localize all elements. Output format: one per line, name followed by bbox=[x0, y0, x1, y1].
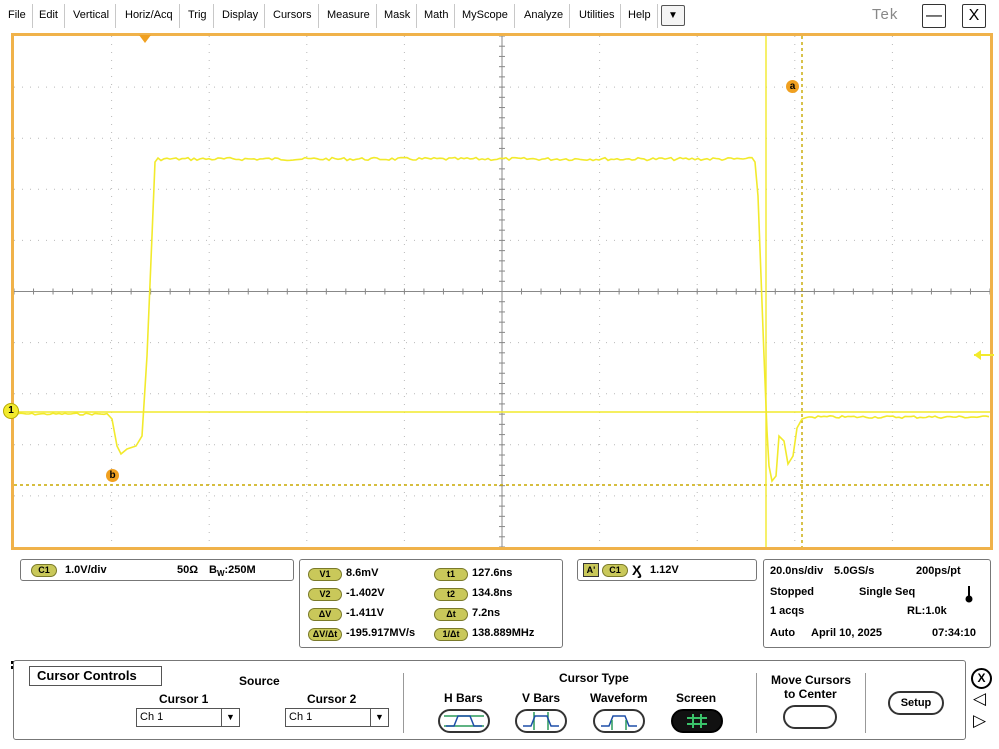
v1-value: 8.6mV bbox=[346, 567, 379, 579]
v2-badge: V2 bbox=[308, 588, 342, 601]
t2-value: 134.8ns bbox=[472, 587, 513, 599]
trigger-level: 1.12V bbox=[650, 564, 679, 576]
menu-analyze[interactable]: Analyze bbox=[518, 4, 571, 28]
tek-logo: Tek bbox=[872, 6, 899, 23]
delta-v-dt-badge: ΔV/Δt bbox=[308, 628, 342, 641]
menu-math[interactable]: Math bbox=[418, 4, 456, 28]
acq-count: 1 acqs bbox=[770, 605, 805, 617]
menu-file[interactable]: File bbox=[2, 4, 33, 28]
trigger-readout[interactable]: A' C1 Ӽ 1.12V bbox=[577, 559, 757, 581]
cursor-controls-panel: Cursor Controls Source Cursor 1 Ch 1 ▼ C… bbox=[13, 660, 966, 740]
sample-rate: 5.0GS/s bbox=[834, 565, 875, 577]
date: April 10, 2025 bbox=[811, 627, 882, 639]
trigger-level-arrow-icon[interactable] bbox=[972, 348, 996, 362]
menu-trig[interactable]: Trig bbox=[182, 4, 214, 28]
thermometer-icon bbox=[965, 586, 973, 603]
close-panel-button[interactable]: X bbox=[971, 668, 992, 689]
scope-window: { "menu": { "items": ["File", "Edit", "V… bbox=[0, 0, 999, 749]
delta-t-value: 7.2ns bbox=[472, 607, 501, 619]
screen-button[interactable] bbox=[671, 709, 723, 733]
menu-bar: File Edit Vertical Horiz/Acq Trig Display Curs… bbox=[0, 0, 999, 31]
menu-display[interactable]: Display bbox=[216, 4, 266, 28]
cursor2-source-select[interactable]: Ch 1 ▼ bbox=[285, 708, 389, 727]
vbars-label: V Bars bbox=[522, 691, 561, 705]
acquisition-readout[interactable]: 20.0ns/div 5.0GS/s 200ps/pt Stopped Sing… bbox=[763, 559, 991, 648]
inv-delta-t-badge: 1/Δt bbox=[434, 628, 468, 641]
cursor-b-label[interactable]: b bbox=[106, 469, 119, 482]
t2-badge: t2 bbox=[434, 588, 468, 601]
waveform-button[interactable] bbox=[593, 709, 645, 733]
t1-badge: t1 bbox=[434, 568, 468, 581]
menu-utilities[interactable]: Utilities bbox=[573, 4, 622, 28]
acq-state: Stopped bbox=[770, 586, 814, 598]
divider bbox=[865, 673, 866, 733]
screen-grid-icon bbox=[687, 714, 707, 728]
delta-t-badge: Δt bbox=[434, 608, 468, 621]
timebase: 20.0ns/div bbox=[770, 565, 824, 577]
cursor-a-label[interactable]: a bbox=[786, 80, 799, 93]
waveform-icon bbox=[601, 715, 637, 730]
v2-value: -1.402V bbox=[346, 587, 385, 599]
waveform-display[interactable] bbox=[11, 33, 993, 550]
delta-v-dt-value: -195.917MV/s bbox=[346, 627, 416, 639]
resolution: 200ps/pt bbox=[916, 565, 961, 577]
delta-v-badge: ΔV bbox=[308, 608, 342, 621]
setup-button[interactable]: Setup bbox=[888, 691, 944, 715]
vbars-icon bbox=[523, 712, 559, 730]
trigger-a-badge: A' bbox=[583, 563, 599, 577]
cursor1-label: Cursor 1 bbox=[159, 692, 209, 706]
inv-delta-t-value: 138.889MHz bbox=[472, 627, 535, 639]
waveform-label: Waveform bbox=[590, 691, 648, 705]
trigger-source-badge: C1 bbox=[602, 564, 628, 577]
v1-badge: V1 bbox=[308, 568, 342, 581]
time: 07:34:10 bbox=[932, 627, 977, 639]
graticule bbox=[14, 36, 990, 547]
move-cursors-to-center-button[interactable] bbox=[783, 705, 837, 729]
cursor2-label: Cursor 2 bbox=[307, 692, 357, 706]
hbars-label: H Bars bbox=[444, 691, 483, 705]
delta-v-value: -1.411V bbox=[346, 607, 384, 619]
menu-cursors[interactable]: Cursors bbox=[267, 4, 319, 28]
close-button[interactable]: X bbox=[962, 4, 986, 28]
trigger-mode: Auto bbox=[770, 627, 796, 639]
source-label: Source bbox=[239, 674, 280, 688]
prev-panel-icon[interactable]: ◁ bbox=[973, 690, 986, 707]
chevron-down-icon: ▼ bbox=[221, 709, 239, 726]
screen-label: Screen bbox=[676, 691, 717, 705]
menu-horiz-acq[interactable]: Horiz/Acq bbox=[119, 4, 180, 28]
menu-help[interactable]: Help bbox=[622, 4, 658, 28]
trigger-slope-icon: Ӽ bbox=[632, 562, 642, 578]
menu-measure[interactable]: Measure bbox=[321, 4, 377, 28]
channel-badge: C1 bbox=[31, 564, 57, 577]
minimize-button[interactable]: — bbox=[922, 4, 946, 28]
divider bbox=[403, 673, 404, 733]
impedance: 50Ω bbox=[177, 564, 199, 576]
menu-myscope[interactable]: MyScope bbox=[456, 4, 515, 28]
cursor-controls-title: Cursor Controls bbox=[29, 666, 162, 686]
menu-vertical[interactable]: Vertical bbox=[67, 4, 117, 28]
vertical-scale: 1.0V/div bbox=[65, 564, 107, 576]
t1-value: 127.6ns bbox=[472, 567, 513, 579]
next-panel-icon[interactable]: ▷ bbox=[973, 712, 986, 729]
to-center-label: to Center bbox=[784, 687, 837, 701]
chevron-down-icon[interactable]: ▼ bbox=[661, 5, 685, 26]
menu-mask[interactable]: Mask bbox=[378, 4, 418, 28]
channel-readout[interactable]: C1 1.0V/div 50Ω BW:250M bbox=[20, 559, 294, 581]
move-cursors-label: Move Cursors bbox=[771, 673, 852, 687]
cursor1-source-select[interactable]: Ch 1 ▼ bbox=[136, 708, 240, 727]
cursor-type-label: Cursor Type bbox=[559, 671, 629, 685]
bandwidth: BW:250M bbox=[209, 564, 256, 579]
vbars-button[interactable] bbox=[515, 709, 567, 733]
hbars-button[interactable] bbox=[438, 709, 490, 733]
hbars-icon bbox=[444, 715, 484, 727]
acq-mode: Single Seq bbox=[859, 586, 916, 598]
channel-1-marker[interactable]: 1 bbox=[3, 403, 19, 419]
chevron-down-icon: ▼ bbox=[370, 709, 388, 726]
record-length: RL:1.0k bbox=[907, 605, 947, 617]
menu-edit[interactable]: Edit bbox=[33, 4, 65, 28]
divider bbox=[756, 673, 757, 733]
trigger-position-icon[interactable] bbox=[138, 34, 152, 44]
cursor-readout[interactable]: V1 8.6mV V2 -1.402V ΔV -1.411V ΔV/Δt -19… bbox=[299, 559, 563, 648]
